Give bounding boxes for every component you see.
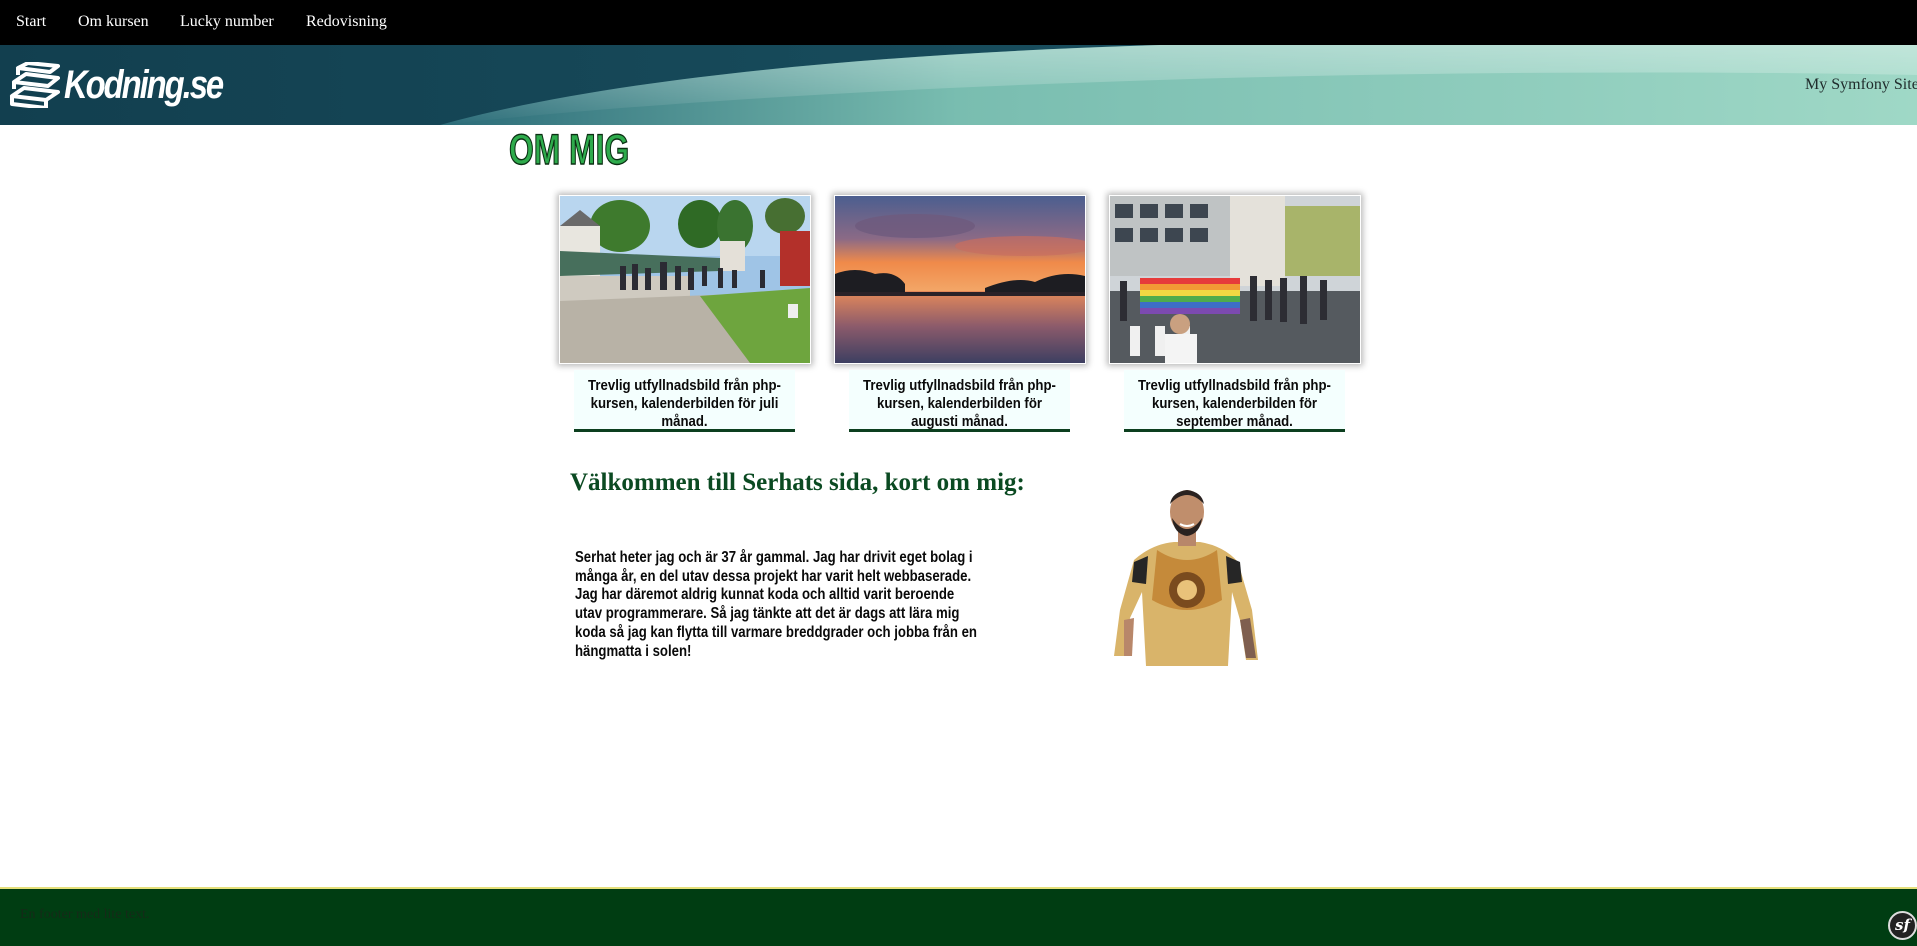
welcome-heading: Välkommen till Serhats sida, kort om mig…	[570, 469, 1025, 496]
photo-caption: Trevlig utfyllnadsbild från php-kursen, …	[849, 370, 1070, 432]
site-banner: Kodning.se My Symfony Site	[0, 45, 1917, 125]
symfony-toolbar-icon[interactable]: sf	[1888, 911, 1917, 940]
photo-caption-text: Trevlig utfyllnadsbild från php-kursen, …	[863, 377, 1056, 430]
nav-link-start[interactable]: Start	[16, 13, 46, 31]
pride-parade-photo	[1109, 195, 1361, 364]
photo-caption: Trevlig utfyllnadsbild från php-kursen, …	[1124, 370, 1345, 432]
market-street-photo	[559, 195, 811, 364]
photo-caption: Trevlig utfyllnadsbild från php-kursen, …	[574, 370, 795, 432]
bio-text: Serhat heter jag och är 37 år gammal. Ja…	[575, 549, 977, 660]
nav-link-om-kursen[interactable]: Om kursen	[78, 13, 149, 31]
site-name: My Symfony Site	[1805, 76, 1917, 93]
page-footer: En footer med lite text.	[0, 887, 1917, 946]
banner-background	[0, 45, 1917, 125]
site-logo[interactable]: Kodning.se	[6, 59, 257, 111]
nav-link-lucky-number[interactable]: Lucky number	[180, 13, 274, 31]
nav-link-redovisning[interactable]: Redovisning	[306, 13, 387, 31]
footer-text: En footer med lite text.	[20, 907, 150, 922]
photo-caption-text: Trevlig utfyllnadsbild från php-kursen, …	[588, 377, 781, 430]
logo-text: Kodning.se	[64, 62, 224, 107]
portrait-photo	[1112, 480, 1262, 666]
photo-caption-text: Trevlig utfyllnadsbild från php-kursen, …	[1138, 377, 1331, 430]
lake-sunset-photo	[834, 195, 1086, 364]
books-icon	[10, 62, 60, 108]
page-title: OM MIG	[508, 125, 630, 174]
top-navigation: Start Om kursen Lucky number Redovisning	[0, 0, 1917, 45]
